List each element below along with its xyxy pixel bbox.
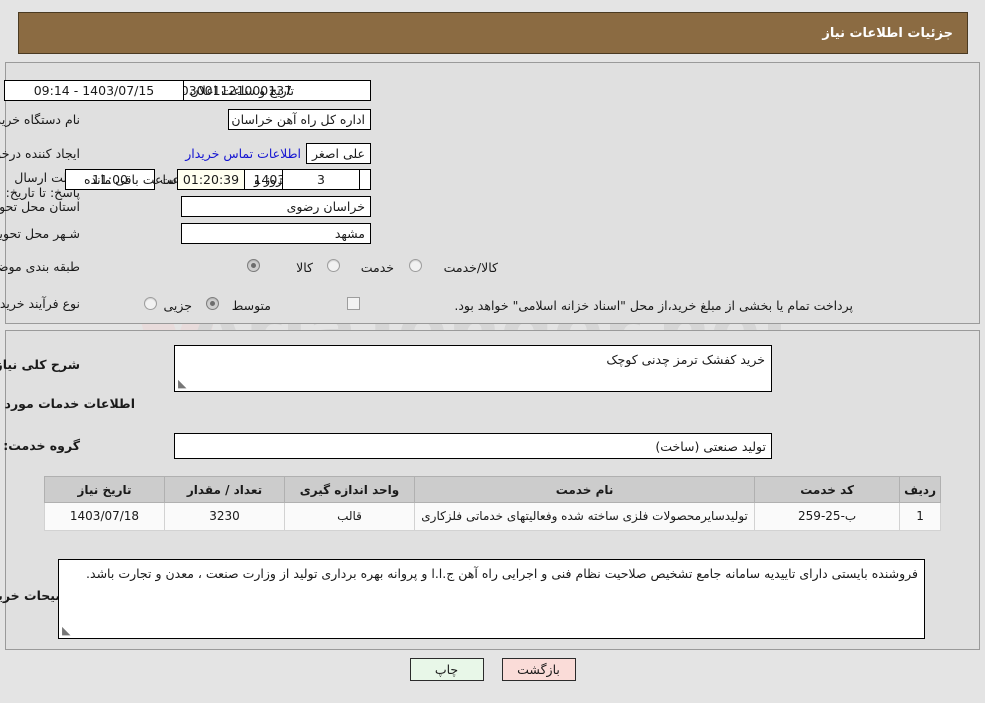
resize-grip-icon: ◢ [62,624,71,637]
cell-service-code: ب-25-259 [754,502,901,531]
radio-category-kala-label: کالا [296,260,313,275]
column-header-code: کد خدمت [754,476,901,503]
column-header-qty: تعداد / مقدار [164,476,285,503]
delivery-city-label: شـهر محل تحویل: [0,226,80,241]
treasury-bonds-checkbox[interactable] [347,297,360,310]
announcement-value: 09:14 - 1403/07/15 [4,80,184,101]
column-header-row: ردیف [899,476,941,503]
print-button[interactable]: چاپ [409,658,484,681]
table-row: 1 ب-25-259 تولیدسایرمحصولات فلزی ساخته ش… [44,502,941,531]
service-group-label: گروه خدمت: [3,438,80,453]
delivery-province-value[interactable]: خراسان رضوی [181,196,371,217]
subject-category-label: طبقه بندی موضوعی: [0,259,80,274]
service-group-value[interactable]: تولید صنعتی (ساخت) [174,433,772,459]
page-root: AriaTender.net جزئیات اطلاعات نیاز شماره… [0,0,985,703]
need-summary-value: خرید کفشک ترمز چدنی کوچک [606,352,765,367]
radio-process-motevaset[interactable] [206,297,219,310]
request-creator-value[interactable]: علی اصغر برسلانی معاون اداره اداره کل را… [306,143,371,164]
radio-category-khedmat-label: خدمت [360,260,394,275]
service-items-table: ردیف کد خدمت نام خدمت واحد اندازه گیری ت… [44,476,941,531]
delivery-province-label: استان محل تحویل: [0,199,80,214]
buyer-contact-link[interactable]: اطلاعات تماس خریدار [185,146,301,161]
remaining-hours-label: ساعت باقی مانده [84,172,177,187]
cell-unit: قالب [284,502,415,531]
header-bar: جزئیات اطلاعات نیاز [18,12,968,54]
back-button[interactable]: بازگشت [501,658,576,681]
resize-grip-icon: ◢ [178,377,187,390]
buyer-org-value[interactable]: اداره کل راه آهن خراسان [228,109,371,130]
cell-service-name: تولیدسایرمحصولات فلزی ساخته شده وفعالیته… [413,502,756,531]
radio-category-kala-khedmat-label: کالا/خدمت [443,260,498,275]
radio-category-kala[interactable] [247,259,260,272]
radio-process-jozei-label: جزیی [163,298,192,313]
buyer-notes-value: فروشنده بایستی دارای تاییدیه سامانه جامع… [86,566,918,581]
column-header-date: تاریخ نیاز [44,476,165,503]
buyer-org-label: نام دستگاه خریدار: [0,112,80,127]
radio-category-kala-khedmat[interactable] [409,259,422,272]
days-label: روز و [254,172,283,187]
radio-process-motevaset-label: متوسط [231,298,271,313]
request-creator-label: ایجاد کننده درخواست: [0,146,80,161]
treasury-bonds-label: پرداخت تمام یا بخشی از مبلغ خرید،از محل … [454,298,853,313]
remaining-days-value: 3 [282,169,360,190]
buyer-notes-textarea[interactable]: فروشنده بایستی دارای تاییدیه سامانه جامع… [58,559,925,639]
action-buttons: بازگشت چاپ [0,658,985,681]
services-heading: اطلاعات خدمات مورد نیاز [0,396,135,411]
need-info-panel [5,62,980,324]
need-summary-label: شرح کلی نیاز: [0,357,80,372]
column-header-unit: واحد اندازه گیری [284,476,415,503]
cell-row-index: 1 [899,502,941,531]
table-header-row: ردیف کد خدمت نام خدمت واحد اندازه گیری ت… [44,476,941,503]
delivery-city-value[interactable]: مشهد [181,223,371,244]
need-summary-textarea[interactable]: خرید کفشک ترمز چدنی کوچک ◢ [174,345,772,392]
page-title: جزئیات اطلاعات نیاز [822,25,953,41]
cell-need-date: 1403/07/18 [44,502,165,531]
column-header-name: نام خدمت [413,476,756,503]
radio-process-jozei[interactable] [144,297,157,310]
cell-quantity: 3230 [164,502,285,531]
purchase-process-label: نوع فرآیند خرید : [0,296,80,311]
radio-category-khedmat[interactable] [327,259,340,272]
countdown-timer: 01:20:39 [177,169,245,190]
